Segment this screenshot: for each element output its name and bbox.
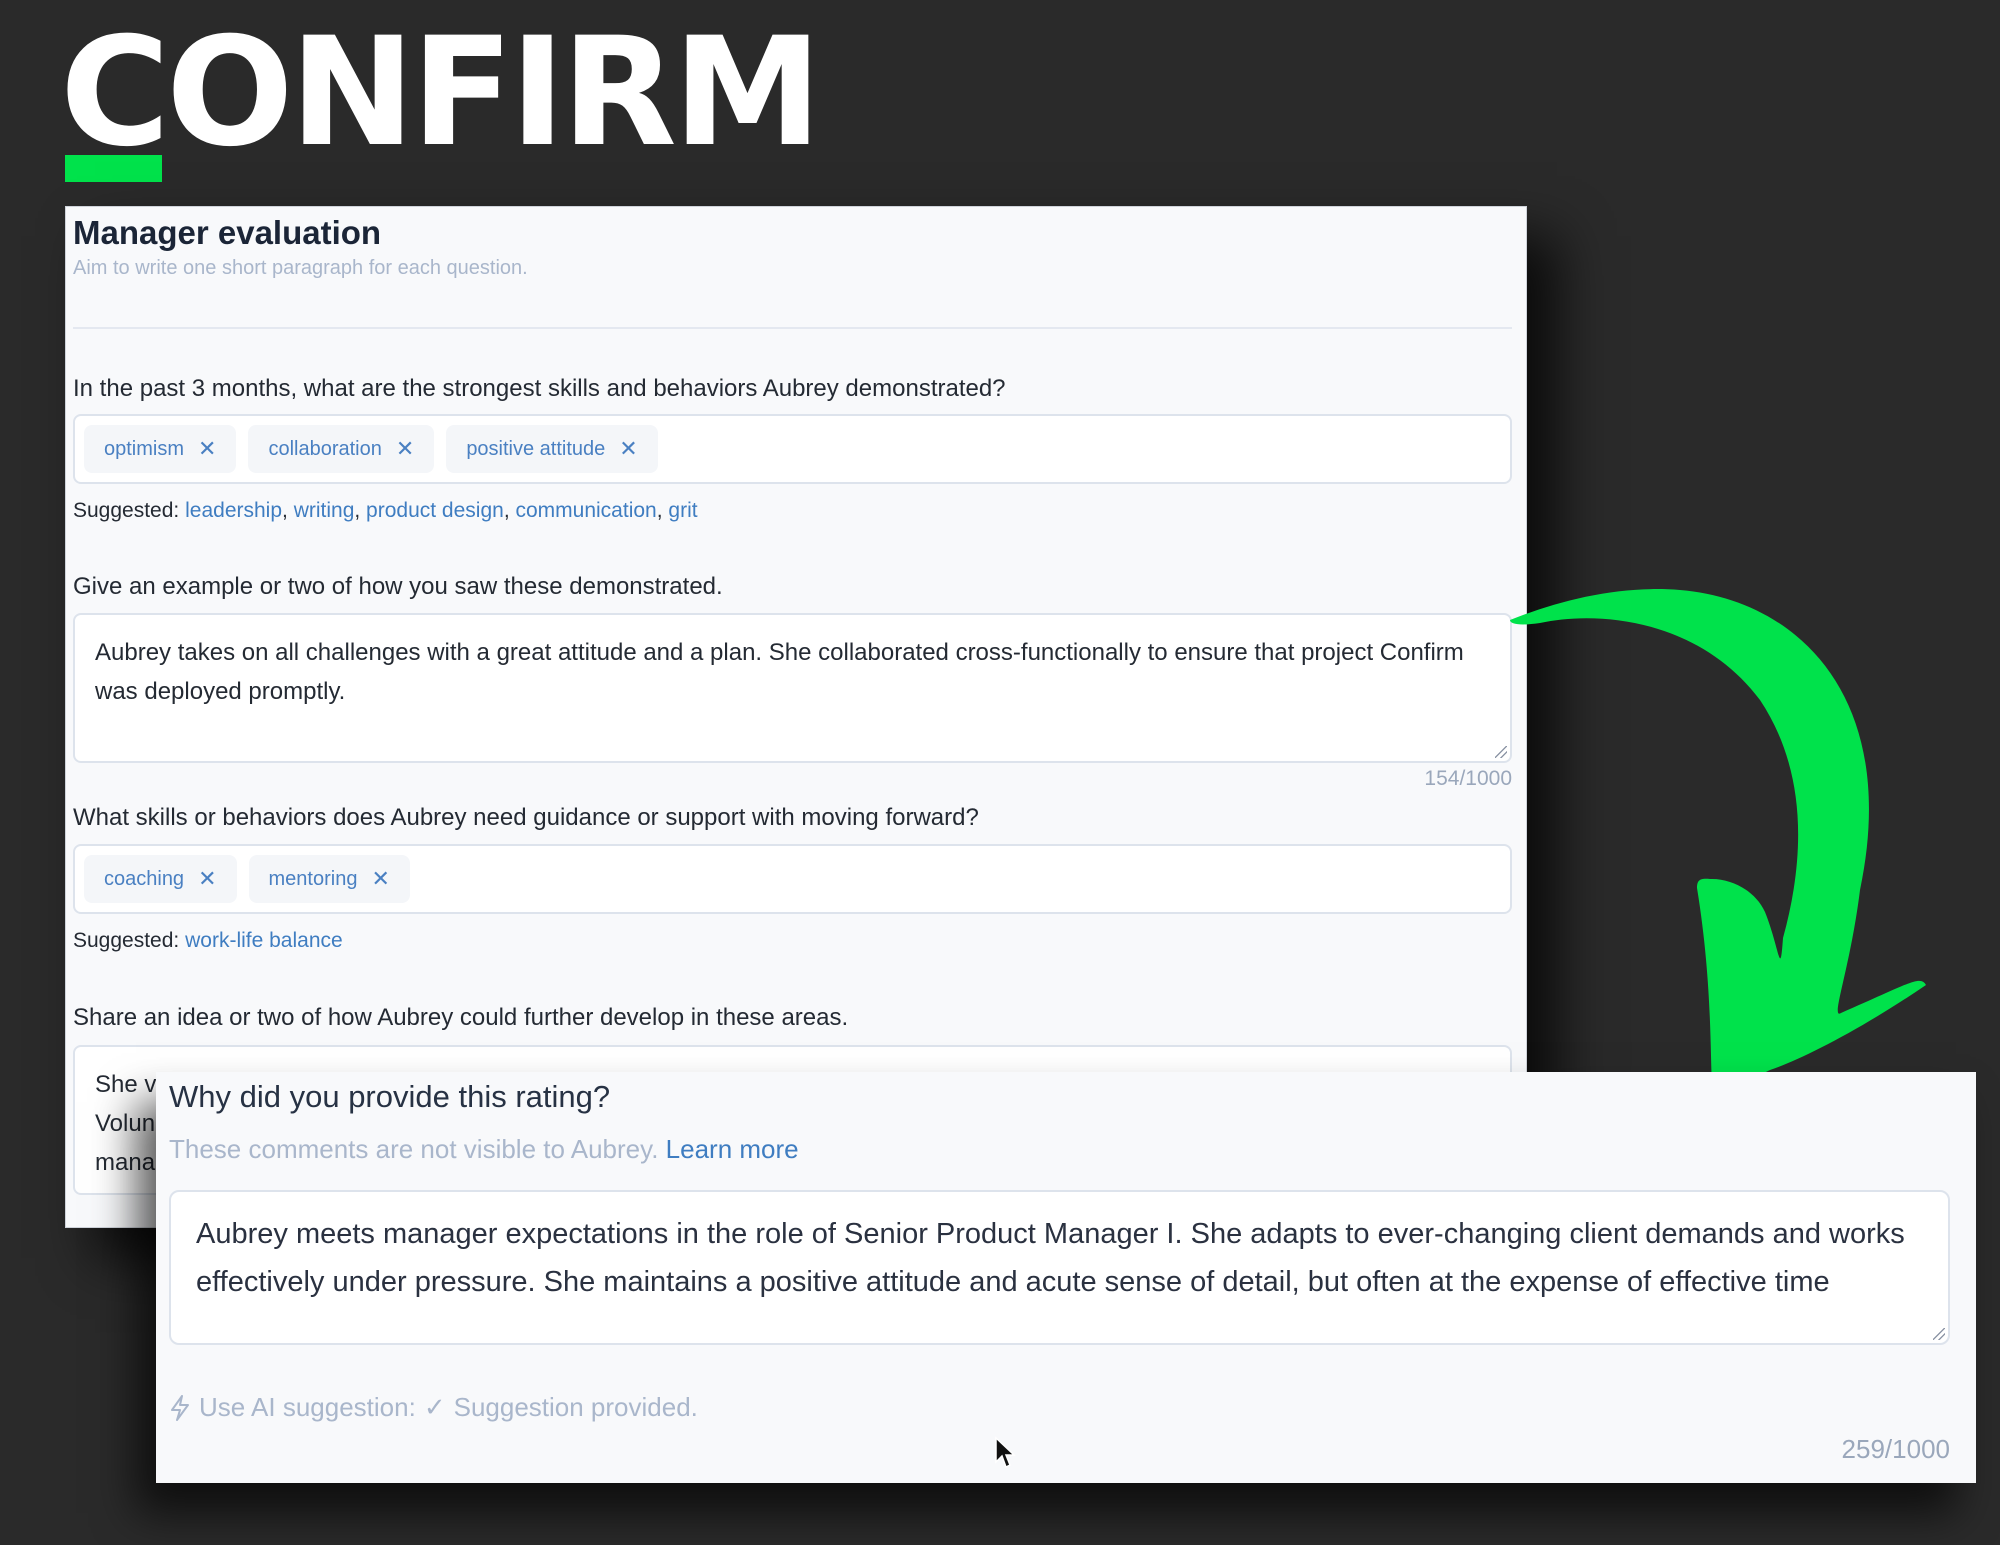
brand-accent-bar — [65, 155, 162, 182]
suggestion-link[interactable]: writing — [294, 499, 355, 522]
resize-handle[interactable] — [1495, 746, 1507, 758]
textarea-value: Aubrey takes on all challenges with a gr… — [95, 639, 1464, 705]
suggested-label: Suggested: — [73, 929, 180, 952]
ai-suggestion-label: Use AI suggestion: — [199, 1392, 416, 1422]
tag-label: collaboration — [268, 437, 382, 460]
suggested-skills: Suggested: leadership, writing, product … — [73, 499, 698, 522]
suggestion-link[interactable]: leadership — [185, 499, 282, 522]
suggestion-link[interactable]: communication — [515, 499, 656, 522]
character-counter: 259/1000 — [1841, 1434, 1950, 1464]
remove-tag-icon[interactable]: ✕ — [198, 436, 216, 462]
tag-label: optimism — [104, 437, 185, 460]
suggested-label: Suggested: — [73, 499, 180, 522]
brand-logo: CONFIRM — [60, 6, 822, 180]
remove-tag-icon[interactable]: ✕ — [198, 866, 216, 892]
question-label: Share an idea or two of how Aubrey could… — [73, 1004, 849, 1031]
strengths-tag-input[interactable]: optimism ✕ collaboration ✕ positive atti… — [73, 414, 1512, 484]
mouse-cursor-icon — [995, 1436, 1016, 1469]
tag: mentoring ✕ — [248, 855, 410, 903]
remove-tag-icon[interactable]: ✕ — [396, 436, 414, 462]
check-icon: ✓ — [423, 1392, 446, 1422]
tag-label: positive attitude — [466, 437, 606, 460]
tag: coaching ✕ — [84, 855, 237, 903]
ai-suggestion-row[interactable]: Use AI suggestion: ✓ Suggestion provided… — [169, 1392, 698, 1423]
textarea-value: Aubrey meets manager expectations in the… — [196, 1218, 1905, 1298]
guidance-tag-input[interactable]: coaching ✕ mentoring ✕ — [73, 844, 1512, 914]
visibility-note-text: These comments are not visible to Aubrey… — [169, 1134, 659, 1164]
visibility-note: These comments are not visible to Aubrey… — [169, 1134, 799, 1165]
tag: positive attitude ✕ — [446, 425, 658, 473]
resize-handle[interactable] — [1933, 1328, 1945, 1340]
suggested-skills: Suggested: work-life balance — [73, 929, 343, 953]
suggestion-link[interactable]: product design — [366, 499, 504, 522]
rating-comment-textarea[interactable]: Aubrey meets manager expectations in the… — [169, 1190, 1950, 1345]
rating-comment-panel: Why did you provide this rating? These c… — [156, 1072, 1976, 1483]
example-textarea[interactable]: Aubrey takes on all challenges with a gr… — [73, 613, 1512, 763]
remove-tag-icon[interactable]: ✕ — [619, 436, 637, 462]
page-subtitle: Aim to write one short paragraph for eac… — [73, 257, 528, 279]
page-title: Manager evaluation — [73, 214, 382, 251]
tag-label: coaching — [104, 867, 185, 890]
question-label: What skills or behaviors does Aubrey nee… — [73, 804, 979, 831]
suggestion-link[interactable]: work-life balance — [185, 929, 343, 952]
remove-tag-icon[interactable]: ✕ — [371, 866, 389, 892]
lightning-icon — [171, 1394, 189, 1421]
question-label: In the past 3 months, what are the stron… — [73, 375, 1006, 402]
learn-more-link[interactable]: Learn more — [666, 1134, 799, 1164]
divider — [73, 327, 1512, 329]
rating-question: Why did you provide this rating? — [169, 1079, 611, 1114]
suggestion-link[interactable]: grit — [668, 499, 697, 522]
ai-suggestion-status: Suggestion provided. — [453, 1392, 698, 1422]
tag: collaboration ✕ — [248, 425, 435, 473]
tag: optimism ✕ — [84, 425, 237, 473]
tag-label: mentoring — [268, 867, 358, 890]
question-label: Give an example or two of how you saw th… — [73, 573, 723, 600]
character-counter: 154/1000 — [1424, 767, 1512, 790]
